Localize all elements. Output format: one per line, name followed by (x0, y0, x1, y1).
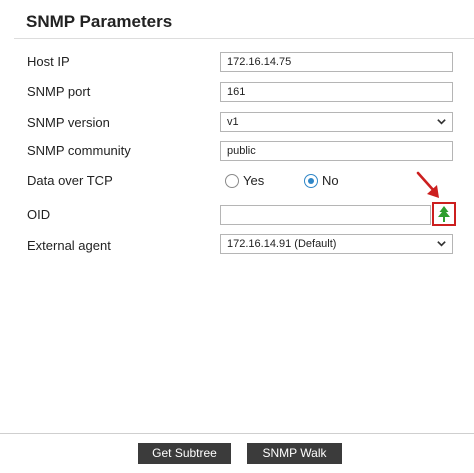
host-ip-label: Host IP (27, 54, 70, 69)
radio-selected-dot (307, 177, 314, 184)
tcp-no-radio[interactable] (304, 174, 318, 188)
oid-label: OID (27, 207, 51, 222)
external-agent-select[interactable]: 172.16.14.91 (Default) (220, 234, 453, 254)
oid-browse-button[interactable] (432, 202, 456, 226)
tree-icon (438, 206, 450, 222)
tcp-yes-radio[interactable] (225, 174, 239, 188)
tcp-no-label: No (322, 173, 339, 188)
external-agent-value: 172.16.14.91 (Default) (227, 238, 337, 250)
snmp-port-input[interactable] (220, 82, 453, 102)
get-subtree-button[interactable]: Get Subtree (138, 443, 231, 464)
snmp-port-label: SNMP port (27, 84, 91, 99)
page-title: SNMP Parameters (26, 12, 173, 31)
chevron-down-icon (437, 241, 446, 247)
red-arrow-icon (416, 171, 439, 198)
footer-divider (0, 433, 474, 434)
external-agent-label: External agent (27, 238, 111, 253)
title-divider (14, 38, 474, 39)
tcp-yes-label: Yes (243, 173, 265, 188)
snmp-community-label: SNMP community (27, 143, 131, 158)
snmp-version-select[interactable]: v1 (220, 112, 453, 132)
snmp-walk-button[interactable]: SNMP Walk (247, 443, 342, 464)
data-over-tcp-label: Data over TCP (27, 173, 113, 188)
snmp-version-value: v1 (227, 116, 239, 128)
host-ip-input[interactable] (220, 52, 453, 72)
oid-input[interactable] (220, 205, 431, 225)
chevron-down-icon (437, 119, 446, 125)
snmp-version-label: SNMP version (27, 115, 110, 130)
snmp-community-input[interactable] (220, 141, 453, 161)
snmp-parameters-panel: SNMP Parameters Host IP SNMP port SNMP v… (0, 0, 474, 473)
